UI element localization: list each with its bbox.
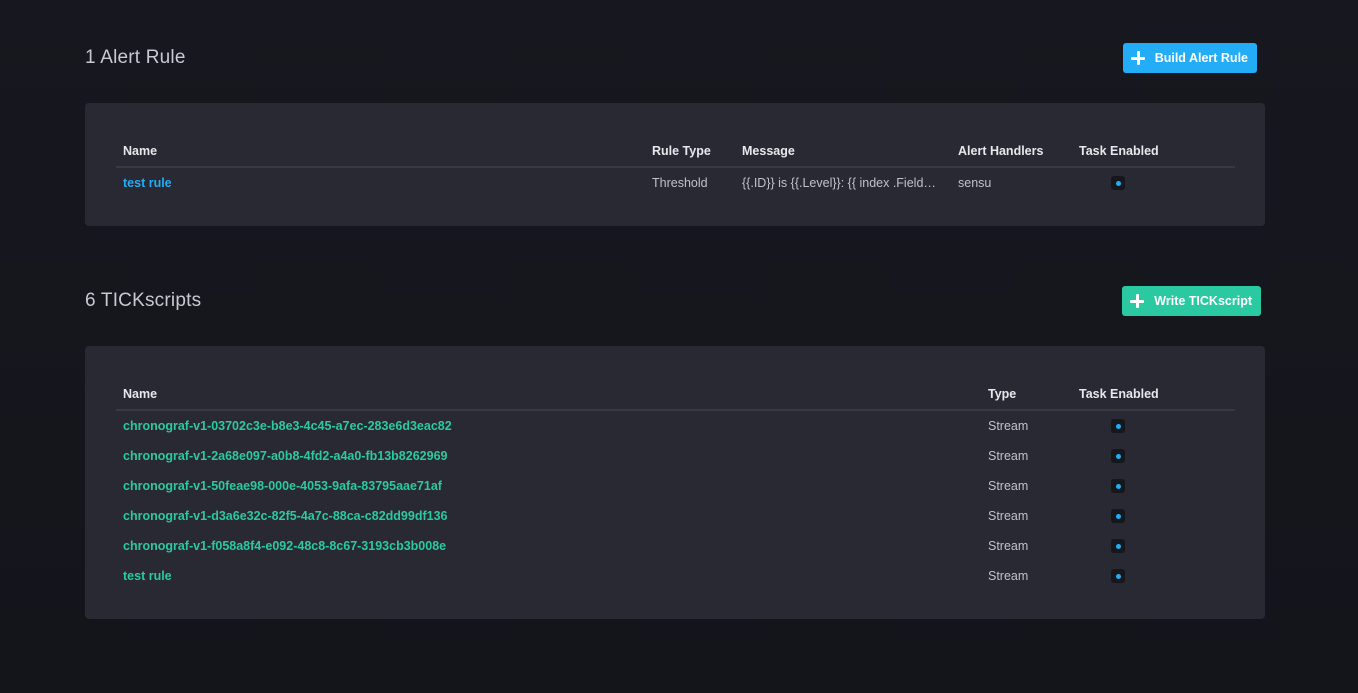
alert-rules-table-header: Name Rule Type Message Alert Handlers Ta…: [116, 133, 1235, 168]
table-row: chronograf-v1-d3a6e32c-82f5-4a7c-88ca-c8…: [116, 501, 1235, 531]
alert-rules-page: 1 Alert Rule Build Alert Rule Name Rule …: [0, 0, 1358, 693]
tickscript-name-link[interactable]: chronograf-v1-2a68e097-a0b8-4fd2-a4a0-fb…: [123, 449, 447, 463]
alert-rules-header: 1 Alert Rule Build Alert Rule: [85, 43, 1261, 73]
tickscript-type: Stream: [988, 419, 1029, 433]
task-enabled-toggle[interactable]: [1111, 509, 1125, 523]
alert-rule-message: {{.ID}} is {{.Level}}: {{ index .Fields …: [742, 176, 940, 190]
tickscript-name-link[interactable]: chronograf-v1-03702c3e-b8e3-4c45-a7ec-28…: [123, 419, 452, 433]
task-enabled-toggle[interactable]: [1111, 449, 1125, 463]
tickscripts-table-header: Name Type Task Enabled: [116, 376, 1235, 411]
column-message: Message: [742, 144, 795, 158]
tickscript-name-link[interactable]: chronograf-v1-50feae98-000e-4053-9afa-83…: [123, 479, 442, 493]
table-row: test rule Threshold {{.ID}} is {{.Level}…: [116, 168, 1235, 198]
tickscript-type: Stream: [988, 509, 1029, 523]
alert-rules-table: Name Rule Type Message Alert Handlers Ta…: [116, 133, 1235, 198]
column-task-enabled: Task Enabled: [1079, 144, 1159, 158]
task-enabled-toggle[interactable]: [1111, 419, 1125, 433]
plus-icon: [1130, 50, 1146, 66]
tickscripts-title: 6 TICKscripts: [85, 290, 202, 311]
column-alert-handlers: Alert Handlers: [958, 144, 1044, 158]
table-row: chronograf-v1-2a68e097-a0b8-4fd2-a4a0-fb…: [116, 441, 1235, 471]
alert-rule-type: Threshold: [652, 176, 708, 190]
alert-rules-panel: Name Rule Type Message Alert Handlers Ta…: [85, 103, 1265, 226]
column-type: Type: [988, 387, 1017, 401]
tickscripts-table: Name Type Task Enabled chronograf-v1-037…: [116, 376, 1235, 591]
tickscripts-panel: Name Type Task Enabled chronograf-v1-037…: [85, 346, 1265, 619]
column-rule-type: Rule Type: [652, 144, 711, 158]
column-name: Name: [123, 144, 158, 158]
table-row: chronograf-v1-f058a8f4-e092-48c8-8c67-31…: [116, 531, 1235, 561]
table-row: chronograf-v1-03702c3e-b8e3-4c45-a7ec-28…: [116, 411, 1235, 441]
tickscript-name-link[interactable]: chronograf-v1-d3a6e32c-82f5-4a7c-88ca-c8…: [123, 509, 447, 523]
tickscript-type: Stream: [988, 449, 1029, 463]
build-alert-rule-label: Build Alert Rule: [1154, 51, 1248, 65]
alert-rule-handlers: sensu: [958, 176, 992, 190]
task-enabled-toggle[interactable]: [1111, 569, 1125, 583]
tickscript-type: Stream: [988, 569, 1029, 583]
tickscript-name-link[interactable]: chronograf-v1-f058a8f4-e092-48c8-8c67-31…: [123, 539, 446, 553]
plus-icon: [1129, 293, 1145, 309]
column-task-enabled: Task Enabled: [1079, 387, 1159, 401]
task-enabled-toggle[interactable]: [1111, 176, 1125, 190]
task-enabled-toggle[interactable]: [1111, 479, 1125, 493]
task-enabled-toggle[interactable]: [1111, 539, 1125, 553]
table-row: test rule Stream: [116, 561, 1235, 591]
alert-rules-title: 1 Alert Rule: [85, 47, 186, 68]
tickscript-name-link[interactable]: test rule: [123, 569, 172, 583]
column-name: Name: [123, 387, 158, 401]
tickscript-type: Stream: [988, 479, 1029, 493]
write-tickscript-label: Write TICKscript: [1154, 294, 1252, 308]
tickscript-type: Stream: [988, 539, 1029, 553]
table-row: chronograf-v1-50feae98-000e-4053-9afa-83…: [116, 471, 1235, 501]
write-tickscript-button[interactable]: Write TICKscript: [1122, 286, 1261, 316]
alert-rule-name-link[interactable]: test rule: [123, 176, 172, 190]
tickscripts-header: 6 TICKscripts Write TICKscript: [85, 286, 1261, 316]
build-alert-rule-button[interactable]: Build Alert Rule: [1122, 43, 1257, 73]
